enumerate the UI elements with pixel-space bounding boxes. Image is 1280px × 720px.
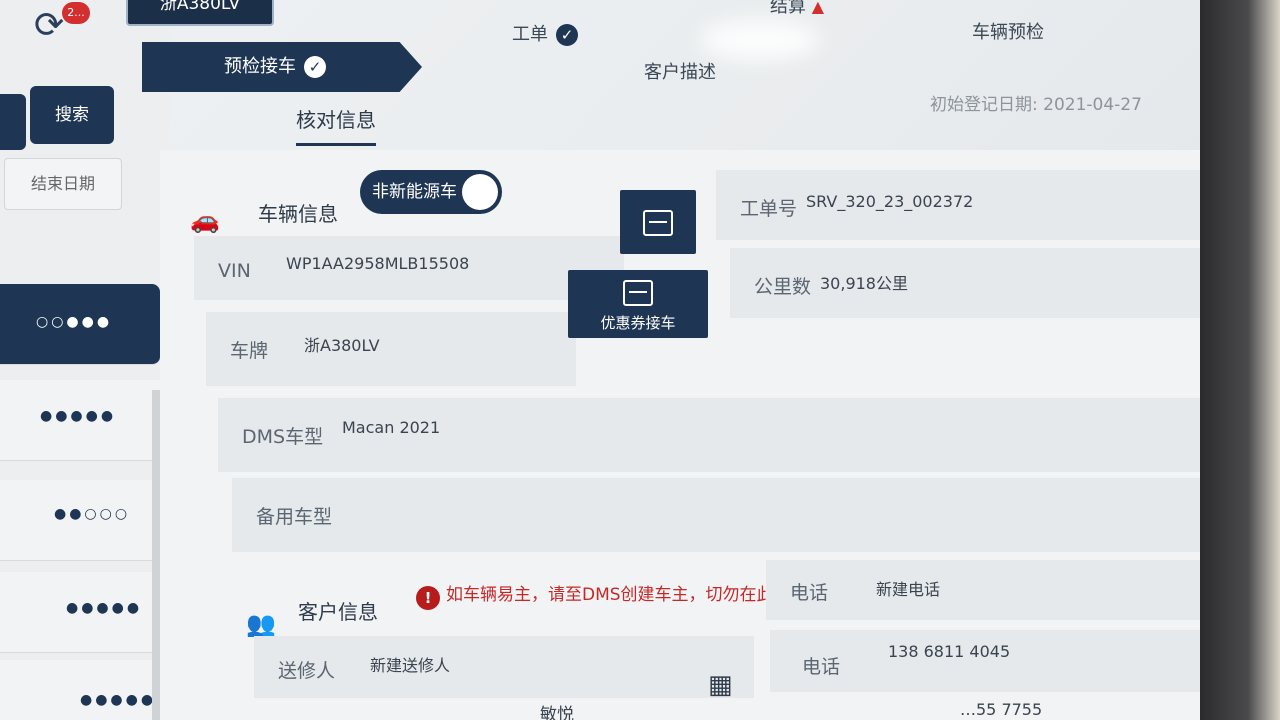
rating-dots: ○○●●●	[36, 314, 113, 330]
toggle-knob	[462, 174, 498, 210]
registration-label: 初始登记日期:	[930, 95, 1038, 115]
list-item[interactable]: ●●○○○	[0, 480, 160, 561]
partial-button[interactable]	[0, 94, 26, 150]
phone2-field[interactable]: 电话 138 6811 4045	[770, 630, 1200, 692]
step-settlement[interactable]: 结算 ▲	[770, 0, 824, 18]
left-panel: ⟳ 2... 搜索 结束日期 ○○●●● ●●●●● ●●○○○ ●●●●● ●…	[0, 0, 170, 720]
car-icon: 🚗	[190, 206, 220, 234]
mileage-value: 30,918公里	[820, 274, 908, 293]
sync-badge: 2...	[62, 2, 90, 24]
customer-section-title: 客户信息	[298, 600, 378, 624]
screen-glare	[700, 20, 820, 60]
order-field: 工单号 SRV_320_23_002372	[716, 170, 1200, 240]
check-icon: ✓	[556, 24, 578, 46]
rating-dots: ●●●●●	[66, 600, 143, 616]
phone2-value: 138 6811 4045	[888, 642, 1011, 661]
sender-field[interactable]: 送修人 新建送修人	[254, 636, 754, 698]
step-label: 结算	[770, 0, 806, 17]
step-precheck[interactable]: 预检接车 ✓	[142, 42, 422, 92]
step-customer-desc[interactable]: 客户描述	[644, 58, 716, 84]
registration-date: 初始登记日期: 2021-04-27	[930, 90, 1142, 115]
phone2-label: 电话	[802, 656, 841, 678]
energy-toggle[interactable]: 非新能源车	[360, 170, 502, 214]
coupon-checkin-label: 优惠券接车	[600, 314, 676, 332]
vehicle-section-title: 车辆信息	[258, 202, 338, 226]
backup-label: 备用车型	[256, 506, 333, 528]
rating-dots: ●●○○○	[54, 506, 131, 522]
phone-field[interactable]: 电话 新建电话	[766, 560, 1200, 620]
qr-code-icon[interactable]: ▦	[708, 670, 738, 700]
order-label: 工单号	[740, 198, 798, 220]
partial-phone: …55 7755	[960, 700, 1043, 719]
plate-badge: 浙A380LV	[126, 0, 274, 26]
tab-verify-info[interactable]: 核对信息	[296, 104, 376, 146]
warning-icon: ▲	[811, 0, 825, 16]
rating-dots: ●●●●●	[80, 692, 157, 708]
list-item[interactable]: ●●●●●	[0, 572, 160, 653]
end-date-field[interactable]: 结束日期	[4, 158, 122, 210]
step-label: 预检接车	[224, 56, 296, 77]
vin-label: VIN	[218, 260, 251, 282]
rating-dots: ●●●●●	[40, 408, 117, 424]
list-item[interactable]: ○○●●●	[0, 284, 160, 365]
coupon-checkin-button[interactable]: 优惠券接车	[568, 270, 708, 338]
plate-field[interactable]: 车牌 浙A380LV	[206, 312, 576, 386]
energy-toggle-label: 非新能源车	[372, 182, 457, 202]
sender-label: 送修人	[278, 660, 336, 682]
scan-vin-button[interactable]	[620, 190, 696, 254]
sender-placeholder: 新建送修人	[370, 656, 451, 675]
scan-icon	[643, 210, 673, 236]
backup-model-field[interactable]: 备用车型	[232, 478, 1200, 552]
phone-label: 电话	[790, 582, 829, 604]
dms-value: Macan 2021	[342, 418, 441, 437]
dms-label: DMS车型	[242, 426, 324, 448]
vin-field[interactable]: VIN WP1AA2958MLB15508	[194, 236, 624, 300]
step-workorder[interactable]: 工单 ✓	[512, 20, 578, 46]
scan-icon	[623, 280, 653, 306]
plate-value: 浙A380LV	[304, 336, 380, 355]
list-item[interactable]: ●●●●●	[0, 660, 160, 720]
mileage-field[interactable]: 公里数 30,918公里	[730, 248, 1200, 318]
app-screen: ⟳ 2... 搜索 结束日期 ○○●●● ●●●●● ●●○○○ ●●●●● ●…	[0, 0, 1215, 720]
phone-placeholder: 新建电话	[876, 580, 941, 599]
order-value: SRV_320_23_002372	[806, 192, 974, 211]
mileage-label: 公里数	[754, 276, 812, 298]
vin-value: WP1AA2958MLB15508	[286, 254, 470, 273]
plate-label: 车牌	[230, 340, 269, 362]
list-item[interactable]: ●●●●●	[0, 380, 160, 461]
step-vehicle-precheck[interactable]: 车辆预检	[972, 18, 1044, 44]
search-button[interactable]: 搜索	[30, 86, 114, 144]
partial-name: 敏悦	[540, 705, 574, 720]
step-label: 工单	[512, 24, 548, 45]
alert-icon: !	[416, 586, 440, 610]
device-bezel	[1200, 0, 1280, 720]
registration-value: 2021-04-27	[1043, 95, 1142, 115]
check-icon: ✓	[304, 56, 326, 78]
dms-model-field[interactable]: DMS车型 Macan 2021	[218, 398, 1200, 472]
users-icon: 👥	[246, 610, 276, 638]
